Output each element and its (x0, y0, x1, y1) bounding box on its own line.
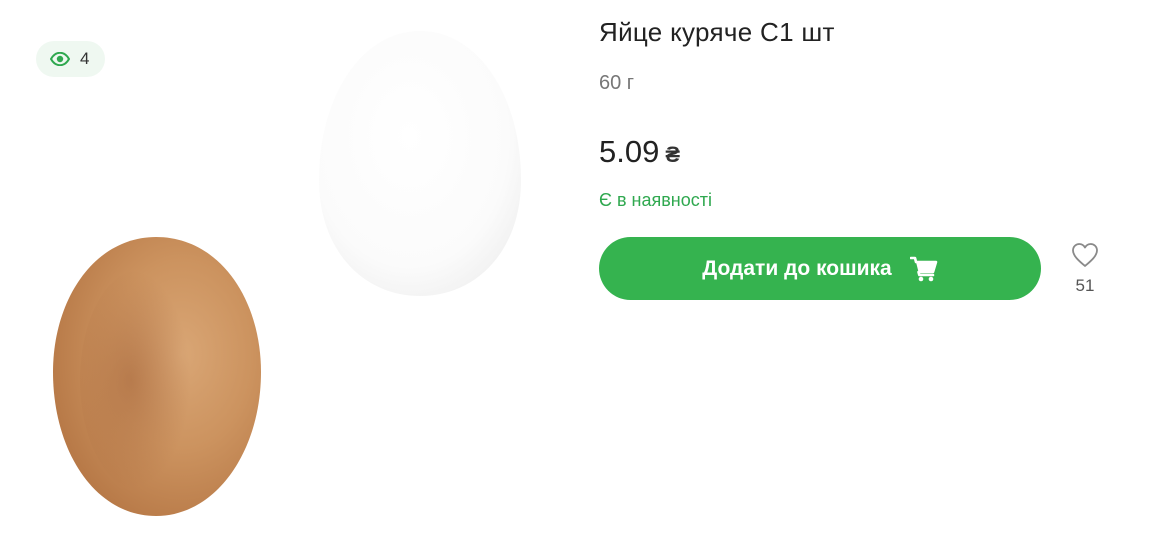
product-image[interactable] (0, 0, 560, 540)
heart-icon (1071, 242, 1099, 268)
views-badge: 4 (36, 41, 106, 77)
white-egg (319, 31, 521, 296)
add-to-cart-button[interactable]: Додати до кошика (599, 237, 1041, 300)
price-currency: ₴ (665, 142, 681, 167)
eye-icon (50, 52, 70, 66)
product-gallery: 4 (0, 0, 560, 540)
favorite-button[interactable]: 51 (1069, 242, 1101, 296)
product-price: 5.09 ₴ (599, 134, 680, 170)
favorite-count: 51 (1075, 276, 1095, 295)
availability-status: Є в наявності (599, 190, 712, 210)
views-count: 4 (80, 49, 90, 68)
product-title: Яйце куряче С1 шт (599, 17, 835, 47)
cart-icon (909, 256, 938, 282)
price-value: 5.09 (599, 134, 660, 169)
product-weight: 60 г (599, 72, 635, 94)
add-to-cart-label: Додати до кошика (702, 256, 892, 280)
product-page: 4 Яйце куряче С1 шт 60 г 5.09 ₴ Є в наяв… (0, 0, 1153, 540)
